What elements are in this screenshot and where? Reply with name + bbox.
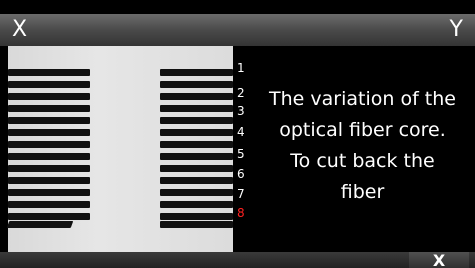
y-axis-label: Y: [449, 17, 463, 42]
close-button[interactable]: X: [409, 252, 469, 268]
fiber-edge-right: [160, 69, 233, 76]
scale-number-7: 7: [237, 187, 245, 201]
fiber-edge-right: [160, 189, 233, 196]
fiber-edge-right: [160, 153, 233, 160]
fiber-edge-right: [160, 201, 233, 208]
fiber-edge-left: [8, 213, 90, 220]
fiber-edge-left: [8, 177, 90, 184]
message-line-2: optical fiber core.: [279, 119, 446, 141]
scale-number-4: 4: [237, 125, 245, 139]
status-message: The variation of the optical fiber core.…: [250, 84, 475, 208]
fiber-edge-left: [8, 93, 90, 100]
fiber-edge-right: [160, 141, 233, 148]
fiber-camera-view: [6, 46, 233, 252]
fiber-edge-right: [160, 129, 233, 136]
scale-number-5: 5: [237, 147, 245, 161]
message-line-3: To cut back the: [290, 150, 435, 172]
fiber-edge-left: [8, 165, 90, 172]
scale-number-6: 6: [237, 167, 245, 181]
fiber-edge-right: [160, 221, 233, 228]
fiber-edge-left: [6, 221, 74, 228]
fiber-edge-right: [160, 177, 233, 184]
fiber-edge-left: [8, 117, 90, 124]
x-axis-label: X: [12, 17, 28, 42]
message-line-4: fiber: [340, 181, 385, 203]
fiber-edge-right: [160, 165, 233, 172]
fiber-edge-right: [160, 117, 233, 124]
fiber-edge-left: [8, 129, 90, 136]
screen: X Y 1 2 3 4 5 6 7 8 The variation of the…: [0, 0, 475, 268]
fiber-edge-right: [160, 105, 233, 112]
fiber-edge-left: [8, 81, 90, 88]
top-bar: X Y: [0, 14, 475, 46]
fiber-edge-left: [8, 153, 90, 160]
fiber-edge-right: [160, 93, 233, 100]
scale-number-3: 3: [237, 104, 245, 118]
scale-number-2: 2: [237, 86, 245, 100]
message-line-1: The variation of the: [269, 88, 456, 110]
fiber-edge-left: [8, 69, 90, 76]
scale-number-1: 1: [237, 61, 245, 75]
fiber-edge-left: [8, 141, 90, 148]
fiber-edge-left: [8, 105, 90, 112]
fiber-edge-left: [8, 189, 90, 196]
fiber-edge-left: [8, 201, 90, 208]
bottom-bar: [0, 252, 475, 268]
fiber-edge-right: [160, 81, 233, 88]
fiber-edge-right: [160, 213, 233, 220]
scale-number-8: 8: [237, 206, 245, 220]
